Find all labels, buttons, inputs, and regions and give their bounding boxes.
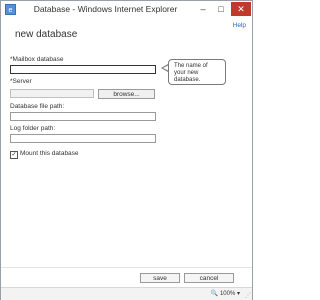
help-link[interactable]: Help [233, 22, 246, 29]
log-folder-path-input[interactable] [10, 134, 156, 143]
mailbox-database-label: *Mailbox database [10, 56, 64, 63]
browser-window: e Database - Windows Internet Explorer –… [0, 0, 253, 300]
page-title: new database [15, 29, 78, 40]
mailbox-name-tooltip: The name of your new database. [168, 59, 226, 85]
browse-button[interactable]: browse... [98, 89, 155, 99]
checkmark-icon: ✓ [11, 152, 17, 158]
save-button[interactable]: save [140, 273, 180, 283]
zoom-control[interactable]: 🔍 100% ▾ [211, 290, 240, 297]
database-file-path-label: Database file path: [10, 103, 65, 110]
svg-text:e: e [9, 7, 13, 14]
server-label: *Server [10, 78, 32, 85]
resize-grip-icon[interactable]: ⋰ [245, 293, 251, 299]
title-bar[interactable]: e Database - Windows Internet Explorer –… [1, 1, 252, 19]
server-input [10, 89, 94, 98]
minimize-button[interactable]: – [194, 2, 212, 16]
maximize-button[interactable]: □ [212, 2, 230, 16]
close-button[interactable]: ✕ [231, 2, 251, 16]
window-title: Database - Windows Internet Explorer [33, 4, 178, 14]
mount-database-label: Mount this database [20, 150, 79, 157]
ie-app-icon: e [5, 4, 16, 15]
mount-database-checkbox[interactable]: ✓ [10, 151, 18, 159]
cancel-button[interactable]: cancel [184, 273, 234, 283]
database-file-path-input[interactable] [10, 112, 156, 121]
mailbox-database-input[interactable] [10, 65, 156, 74]
footer-divider [1, 267, 252, 268]
status-bar: 🔍 100% ▾ ⋰ [1, 287, 252, 300]
log-folder-path-label: Log folder path: [10, 125, 56, 132]
